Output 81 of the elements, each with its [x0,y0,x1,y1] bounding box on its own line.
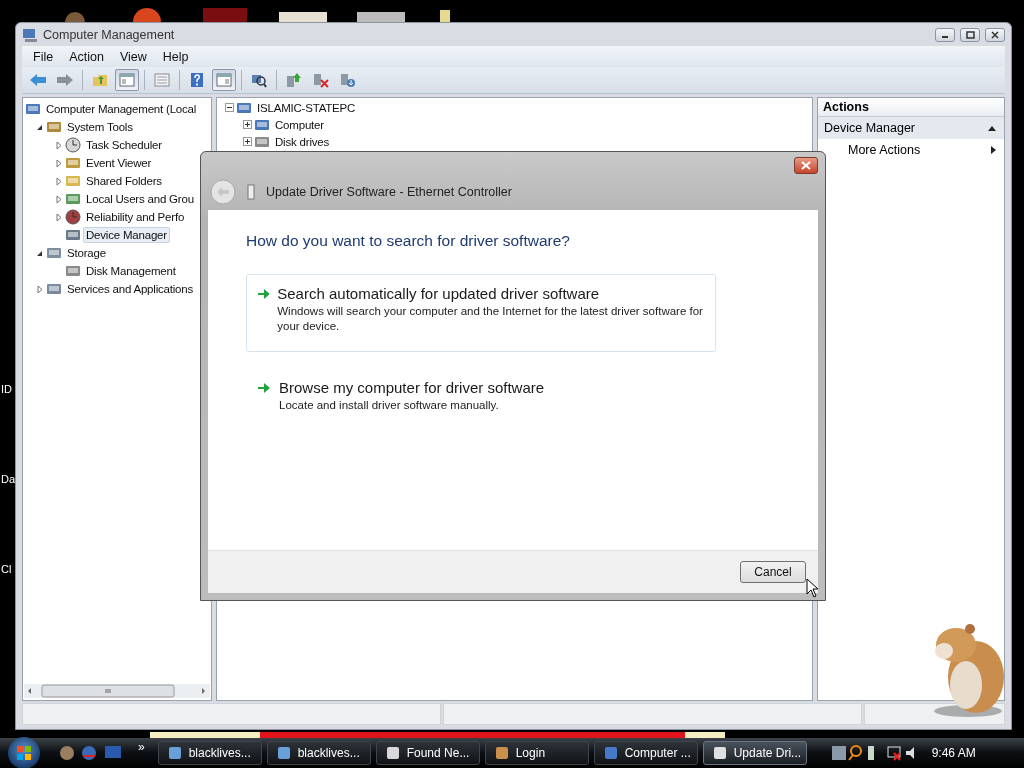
uninstall-icon [313,72,329,88]
actions-header: Actions [818,98,1004,117]
mouse-cursor-icon [806,578,819,598]
disable-device-icon [340,72,356,88]
expand-box-icon[interactable] [243,137,252,146]
cancel-button[interactable]: Cancel [740,561,806,583]
tree-item[interactable]: Disk Management [83,263,179,279]
tree-item[interactable]: Task Scheduler [83,137,165,153]
desktop-icon-label: ID [1,383,12,395]
collapsed-triangle-icon[interactable] [55,140,62,150]
collapsed-triangle-icon[interactable] [55,194,62,204]
menu-item[interactable]: Action [62,47,111,66]
taskbar-button[interactable]: Computer ... [593,741,698,765]
action-pane-icon [216,73,232,87]
update-driver-icon [286,72,302,88]
taskbar-button[interactable]: blacklives... [157,741,262,765]
horizontal-scrollbar[interactable] [24,684,210,698]
folder-up-icon [92,73,108,87]
expanded-triangle-icon[interactable] [36,249,43,257]
help-icon [190,72,204,88]
desktop-icon-label: Cl [1,563,12,575]
option-link[interactable]: Browse my computer for driver software Locate and install driver software manually. [246,368,716,446]
close-button[interactable] [985,27,1005,42]
device-tree-item[interactable]: ISLAMIC-STATEPC [254,99,359,116]
option-description: Windows will search your computer and the Internet for the latest driver software for your device. [277,304,704,334]
scan-hardware-icon [251,72,267,88]
option-title: Browse my computer for driver software [279,379,545,396]
maximize-icon [965,30,975,39]
action-item[interactable]: More Actions [818,139,1004,161]
expanded-triangle-icon[interactable] [36,123,43,131]
menu-item[interactable]: File [26,47,61,66]
tree-item[interactable]: Shared Folders [83,173,165,189]
actions-section[interactable]: Device Manager [818,117,1004,139]
minimize-button[interactable] [935,27,955,42]
submenu-arrow-icon [991,146,996,154]
forward-arrow-icon [56,73,74,87]
taskbar-button[interactable]: Login [484,741,589,765]
option-link[interactable]: Search automatically for updated driver software Windows will search your computer and the Internet for the latest driver software for your device. [246,274,716,352]
arrow-icon [257,288,270,300]
collapsed-triangle-icon[interactable] [36,284,43,294]
close-icon [991,30,999,39]
dialog-title: Update Driver Software - Ethernet Controller [266,185,512,199]
option-title: Search automatically for updated driver software [277,285,601,302]
list-icon [154,73,170,87]
windows-logo-icon [16,745,32,761]
device-tree-item[interactable]: Disk drives [272,133,333,150]
tree-item[interactable]: Computer Management (Local [43,101,200,117]
taskbar-button[interactable]: Found Ne... [375,741,480,765]
gauge-icon [65,209,81,225]
collapse-box-icon[interactable] [225,103,234,112]
arrow-icon [257,382,271,394]
expand-box-icon[interactable] [243,120,252,129]
clock-icon [65,137,81,153]
tree-item[interactable]: Event Viewer [83,155,155,171]
close-icon [801,161,811,170]
back-arrow-icon [29,73,47,87]
menu-item[interactable]: Help [155,47,196,66]
window-title: Computer Management [43,27,176,42]
maximize-button[interactable] [960,27,980,42]
collapsed-triangle-icon[interactable] [55,158,62,168]
collapsed-triangle-icon[interactable] [55,212,62,222]
tree-pane-icon [119,73,135,87]
taskbar-button[interactable]: Update Dri... [702,741,807,765]
close-button[interactable] [794,157,818,174]
desktop-icon-label: Da [1,473,16,485]
dialog-heading: How do you want to search for driver software? [246,232,571,250]
tree-item[interactable]: Device Manager [83,227,170,243]
device-tree-item[interactable]: Computer [272,116,327,133]
start-button[interactable] [8,737,40,768]
tree-item[interactable]: Services and Applications [64,281,197,297]
collapsed-triangle-icon[interactable] [55,176,62,186]
tree-item[interactable]: System Tools [64,119,136,135]
menu-item[interactable]: View [112,47,154,66]
taskbar-button[interactable]: blacklives... [266,741,371,765]
clock[interactable]: 9:46 AM [931,746,976,760]
option-description: Locate and install driver software manually. [279,398,500,413]
collapse-triangle-icon [988,125,996,131]
tree-item[interactable]: Reliability and Perfo [83,209,188,225]
overflow-chevron[interactable]: » [138,740,145,754]
tree-item[interactable]: Storage [64,245,109,261]
tree-item[interactable]: Local Users and Grou [83,191,197,207]
